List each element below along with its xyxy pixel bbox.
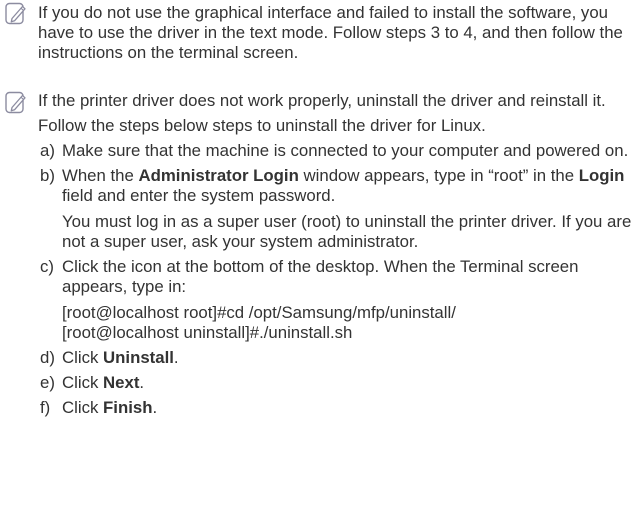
step-e: e) Click Next. bbox=[38, 373, 642, 393]
step-text-part: Click bbox=[62, 373, 104, 392]
terminal-command: [root@localhost root]#cd /opt/Samsung/mf… bbox=[62, 303, 456, 322]
terminal-commands: [root@localhost root]#cd /opt/Samsung/mf… bbox=[62, 303, 642, 343]
step-marker: b) bbox=[40, 166, 55, 185]
ui-term-uninstall: Uninstall bbox=[103, 348, 174, 367]
ui-term-next: Next bbox=[103, 373, 140, 392]
step-text-part: window appears, type in “root” in the bbox=[298, 166, 579, 185]
step-c: c) Click the icon at the bottom of the d… bbox=[38, 257, 642, 343]
step-sub-text: You must log in as a super user (root) t… bbox=[62, 212, 632, 251]
step-text-part: . bbox=[152, 398, 158, 417]
ui-term-finish: Finish bbox=[103, 398, 153, 417]
step-text-part: field and enter the system password. bbox=[62, 186, 336, 205]
steps-intro: Follow the steps below steps to uninstal… bbox=[38, 116, 486, 135]
ui-term-login: Login bbox=[578, 166, 625, 185]
note-icon bbox=[5, 2, 26, 25]
step-d: d) Click Uninstall. bbox=[38, 348, 642, 368]
step-text-part: Click bbox=[62, 348, 104, 367]
step-text: Make sure that the machine is connected … bbox=[62, 141, 629, 160]
step-text-part: When the bbox=[62, 166, 139, 185]
step-marker: a) bbox=[40, 141, 55, 160]
terminal-command: [root@localhost uninstall]#./uninstall.s… bbox=[62, 323, 353, 342]
step-text-part: . bbox=[173, 348, 179, 367]
document-page: If you do not use the graphical interfac… bbox=[0, 0, 644, 529]
step-text-part: . bbox=[139, 373, 145, 392]
step-marker: d) bbox=[40, 348, 55, 367]
note-text: If the printer driver does not work prop… bbox=[38, 91, 606, 110]
step-marker: f) bbox=[40, 398, 51, 417]
step-marker: c) bbox=[40, 257, 54, 276]
step-text: Click the icon at the bottom of the desk… bbox=[62, 257, 579, 296]
step-f: f) Click Finish. bbox=[38, 398, 642, 418]
step-a: a) Make sure that the machine is connect… bbox=[38, 141, 642, 161]
note-text: If you do not use the graphical interfac… bbox=[38, 3, 623, 62]
step-b: b) When the Administrator Login window a… bbox=[38, 166, 642, 252]
uninstall-steps-list: a) Make sure that the machine is connect… bbox=[38, 141, 642, 418]
step-marker: e) bbox=[40, 373, 55, 392]
note-icon bbox=[5, 91, 26, 114]
ui-term-administrator-login: Administrator Login bbox=[138, 166, 299, 185]
step-text-part: Click bbox=[62, 398, 104, 417]
